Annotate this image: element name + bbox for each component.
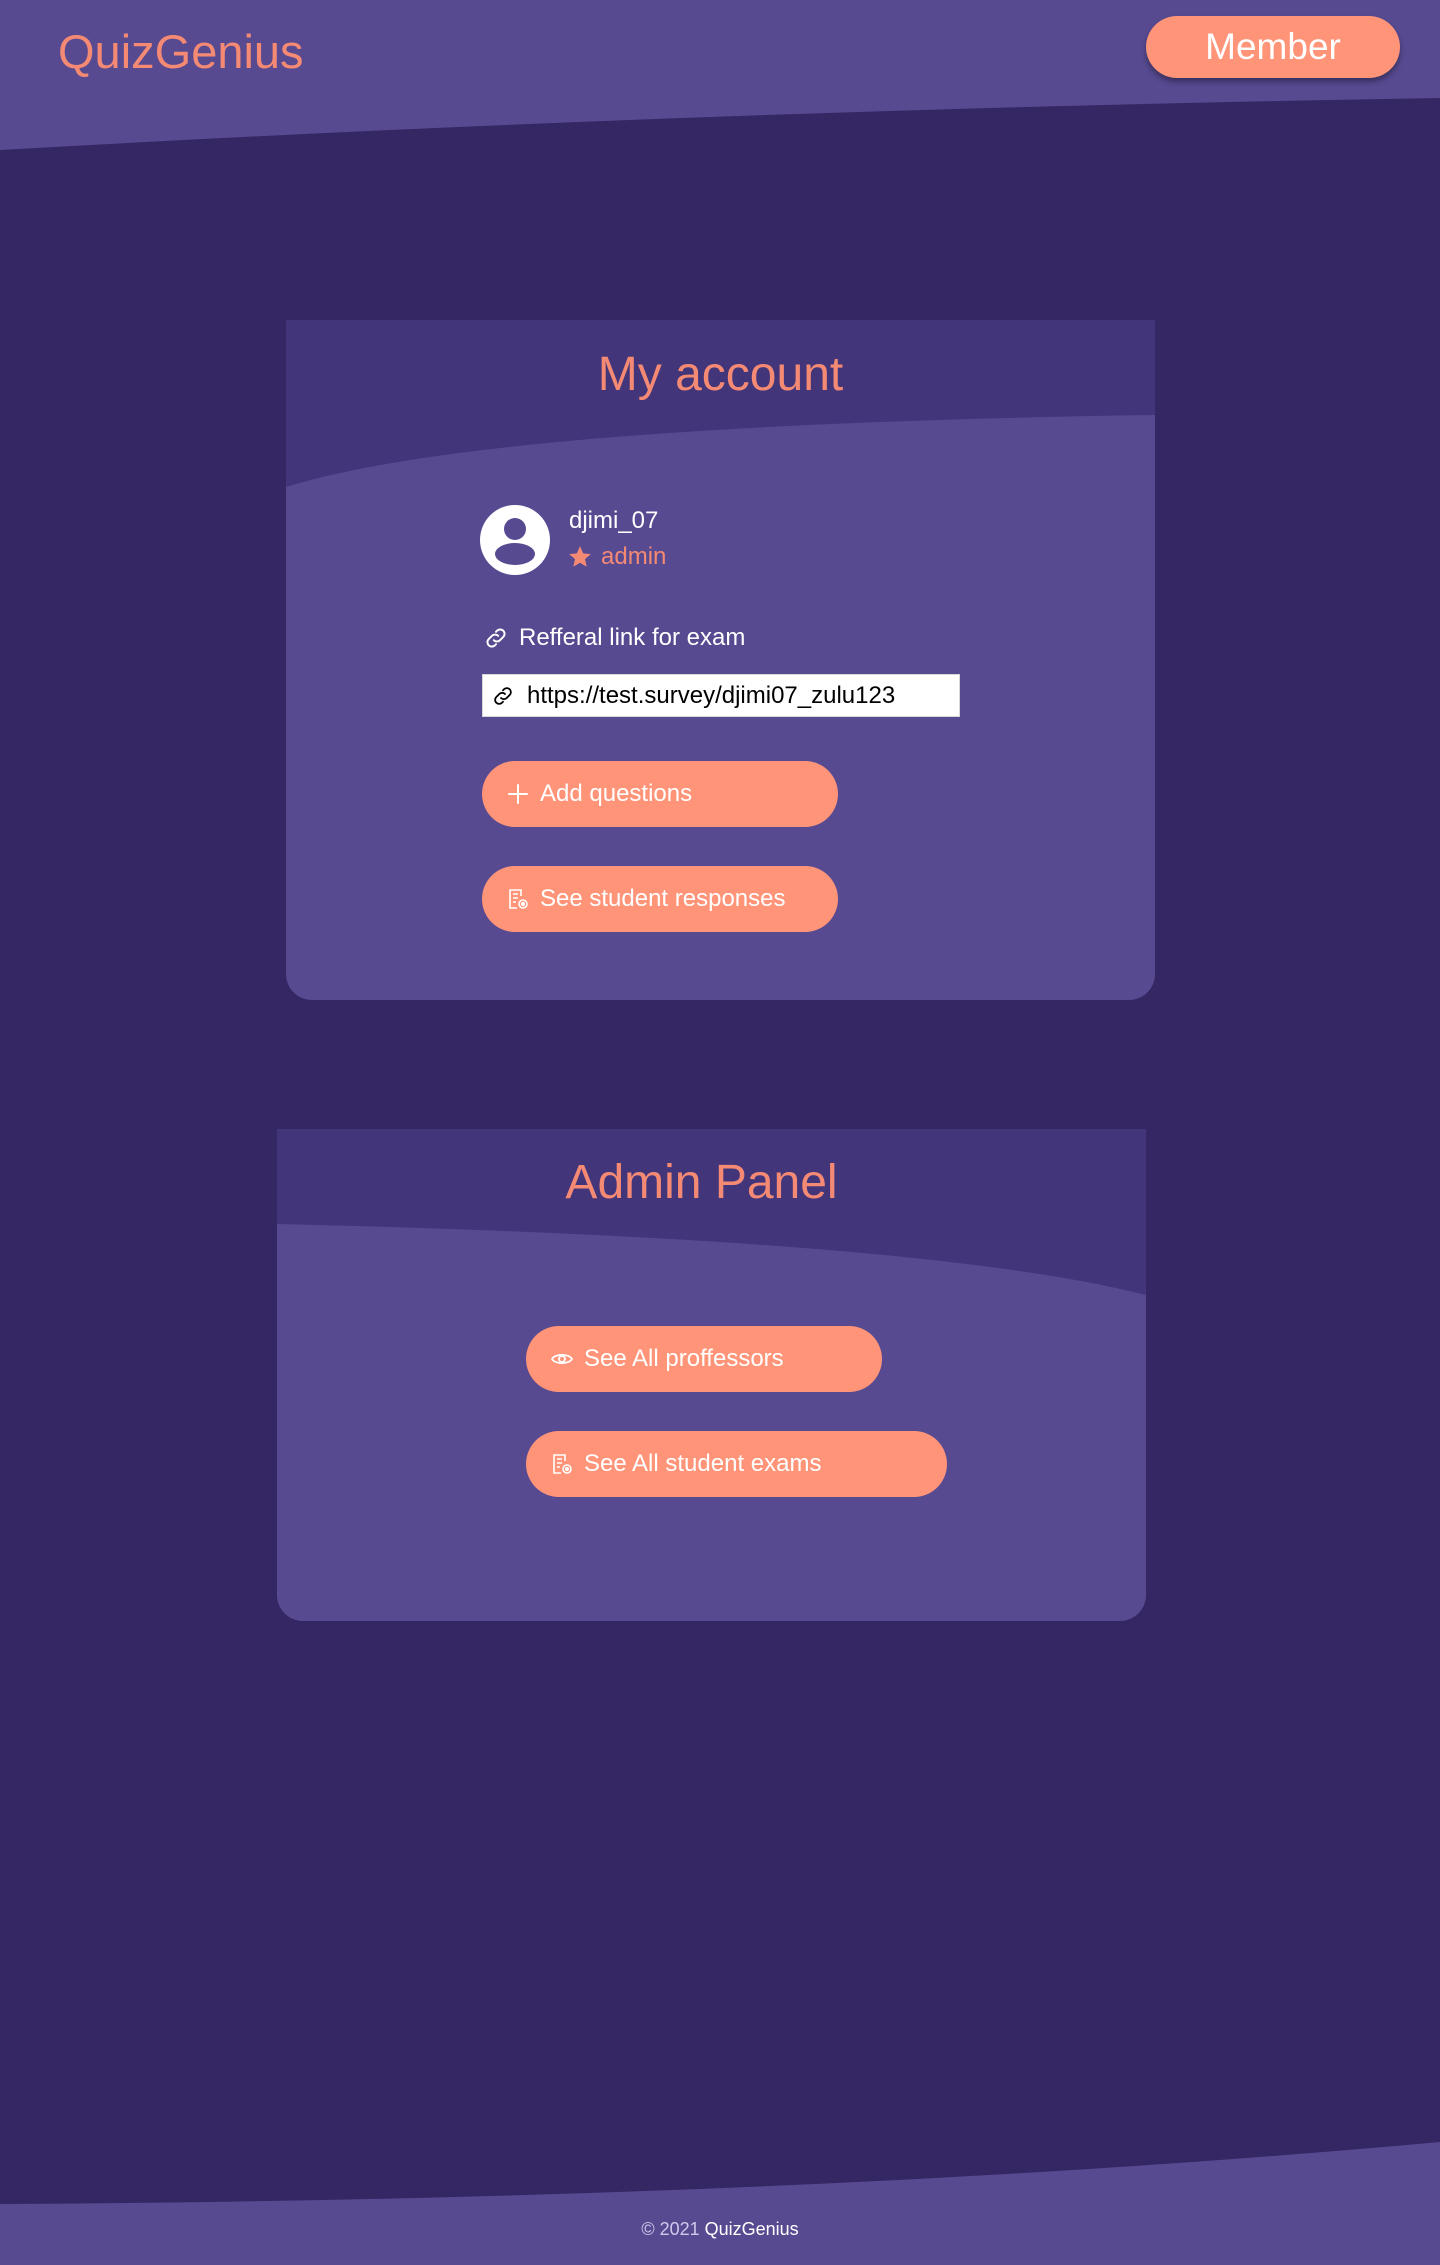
referral-link-input[interactable]: [527, 681, 957, 710]
see-all-professors-label: See All proffessors: [584, 1345, 784, 1372]
see-all-professors-button[interactable]: See All proffessors: [526, 1326, 882, 1392]
my-account-card: My account djimi_07 admin Refferal link …: [286, 320, 1155, 1000]
document-search-icon: [550, 1452, 574, 1476]
plus-icon: [506, 782, 530, 806]
referral-link-field[interactable]: [482, 674, 960, 717]
footer-copyright: © 2021 QuizGenius: [0, 2217, 1440, 2241]
add-questions-label: Add questions: [540, 780, 693, 807]
see-all-student-exams-label: See All student exams: [584, 1450, 822, 1477]
user-role: admin: [567, 542, 666, 572]
see-all-student-exams-button[interactable]: See All student exams: [526, 1431, 947, 1497]
link-icon: [494, 686, 512, 705]
my-account-title: My account: [597, 348, 844, 401]
referral-label-row: Refferal link for exam: [483, 622, 745, 654]
footer-background: [0, 2142, 1440, 2265]
username: djimi_07: [569, 507, 659, 534]
copyright-text: © 2021: [641, 2219, 700, 2239]
see-student-responses-label: See student responses: [540, 885, 786, 912]
admin-panel-title: Admin Panel: [565, 1156, 838, 1209]
referral-label: Refferal link for exam: [519, 624, 746, 651]
member-button[interactable]: Member: [1146, 16, 1400, 78]
brand-logo[interactable]: QuizGenius: [58, 22, 304, 82]
eye-icon: [550, 1347, 574, 1371]
see-student-responses-button[interactable]: See student responses: [482, 866, 838, 932]
admin-panel-card: Admin Panel See All proffessors See All …: [277, 1129, 1146, 1621]
role-label: admin: [601, 543, 667, 570]
footer-brand[interactable]: QuizGenius: [705, 2219, 799, 2239]
link-icon: [486, 628, 506, 648]
star-icon: [569, 546, 591, 567]
add-questions-button[interactable]: Add questions: [482, 761, 838, 827]
document-search-icon: [506, 887, 530, 911]
user-avatar-icon: [480, 505, 550, 575]
